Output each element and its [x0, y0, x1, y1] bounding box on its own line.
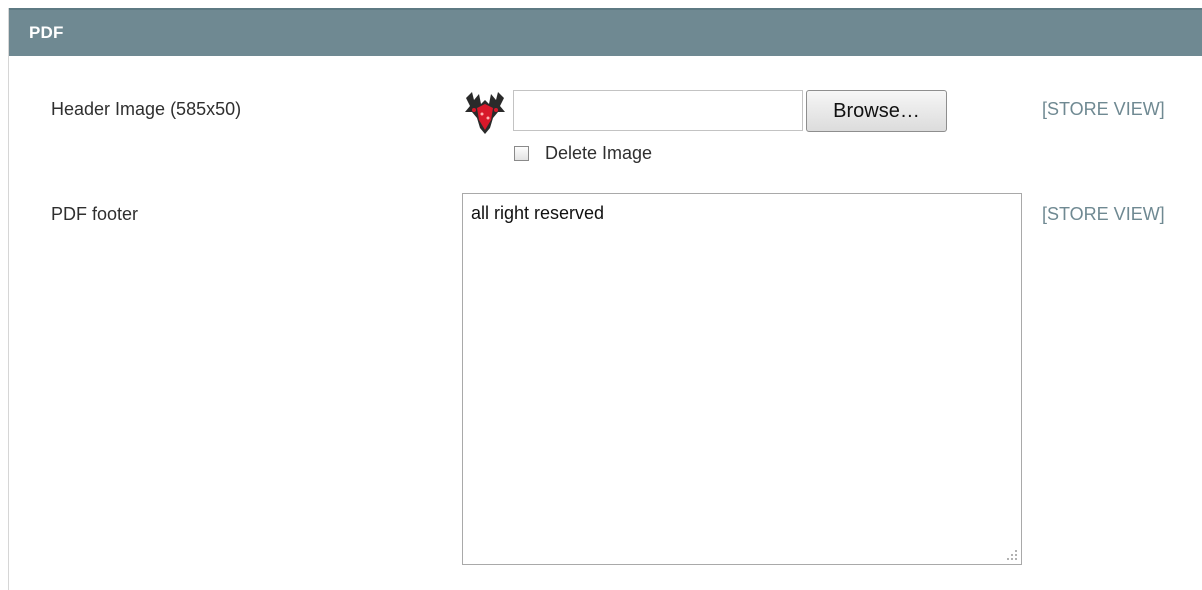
- header-image-scope: [STORE VIEW]: [1042, 99, 1165, 119]
- delete-image-label[interactable]: Delete Image: [545, 143, 652, 164]
- browse-button[interactable]: Browse…: [806, 90, 947, 132]
- pdf-footer-label: PDF footer: [51, 204, 139, 224]
- header-image-file-field[interactable]: [513, 90, 803, 131]
- pdf-fieldset: PDF Header Image (585x50) Browse… Delete…: [8, 8, 1202, 590]
- section-title: PDF: [29, 23, 64, 42]
- header-image-label: Header Image (585x50): [51, 99, 242, 119]
- resize-grip-icon[interactable]: [1006, 549, 1018, 561]
- section-header[interactable]: PDF: [9, 8, 1202, 56]
- pdf-footer-value: all right reserved: [471, 203, 605, 223]
- pdf-footer-textarea[interactable]: all right reserved: [462, 193, 1022, 565]
- header-image-thumbnail-icon: [465, 92, 505, 134]
- delete-image-checkbox[interactable]: [514, 146, 529, 161]
- pdf-footer-scope: [STORE VIEW]: [1042, 204, 1165, 224]
